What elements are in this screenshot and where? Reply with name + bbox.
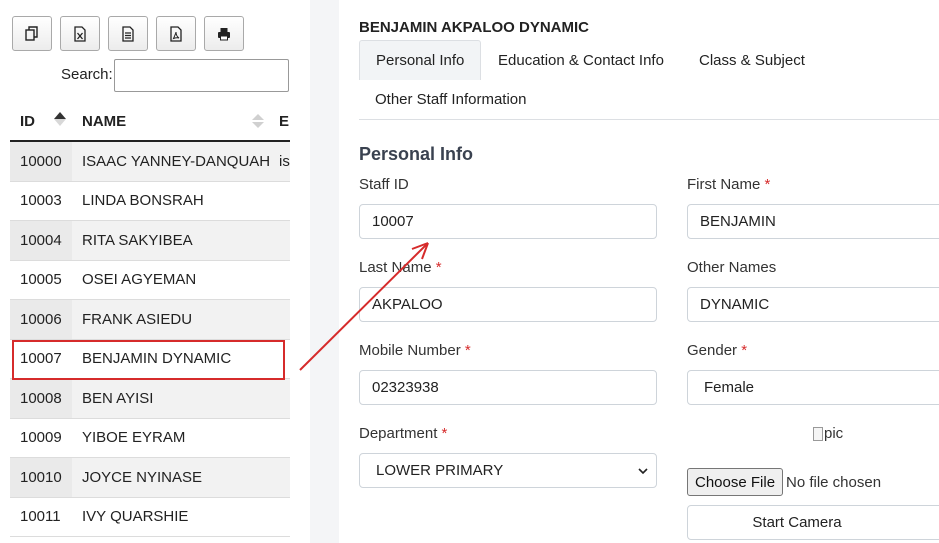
staff-list-panel: Search: ID NAME E 10000 ISAAC YANNEY-DAN… bbox=[0, 0, 310, 543]
tab-personal-info[interactable]: Personal Info bbox=[359, 40, 482, 80]
other-names-label: Other Names bbox=[687, 259, 776, 276]
cell-name: BEN AYISI bbox=[82, 389, 154, 407]
cell-id: 10000 bbox=[10, 142, 72, 181]
table-row[interactable]: 10006 FRANK ASIEDU bbox=[10, 300, 290, 340]
tab-class-subject[interactable]: Class & Subject bbox=[683, 40, 821, 80]
chevron-down-icon bbox=[638, 468, 648, 475]
print-icon bbox=[218, 27, 230, 40]
table-row[interactable]: 10005 OSEI AGYEMAN bbox=[10, 261, 290, 300]
first-name-label-text: First Name bbox=[687, 176, 761, 193]
table-header: ID NAME E bbox=[10, 100, 290, 142]
required-mark: * bbox=[764, 176, 771, 193]
cell-name: LINDA BONSRAH bbox=[82, 192, 204, 210]
last-name-label-text: Last Name bbox=[359, 259, 432, 276]
department-label: Department * bbox=[359, 425, 447, 442]
department-value: LOWER PRIMARY bbox=[376, 462, 504, 479]
copy-button[interactable] bbox=[12, 16, 52, 51]
cell-extra: is bbox=[279, 153, 290, 170]
cell-id: 10005 bbox=[20, 271, 62, 289]
last-name-field[interactable]: AKPALOO bbox=[359, 287, 657, 322]
start-camera-button[interactable]: Start Camera bbox=[687, 505, 939, 540]
cell-id: 10003 bbox=[20, 192, 62, 210]
csv-button[interactable] bbox=[108, 16, 148, 51]
staff-id-label-text: Staff ID bbox=[359, 176, 409, 193]
cell-name: YIBOE EYRAM bbox=[82, 429, 186, 447]
pdf-button[interactable] bbox=[156, 16, 196, 51]
staff-id-field[interactable]: 10007 bbox=[359, 204, 657, 239]
cell-name: OSEI AGYEMAN bbox=[82, 271, 197, 289]
department-select[interactable]: LOWER PRIMARY bbox=[359, 453, 657, 488]
first-name-field[interactable]: BENJAMIN bbox=[687, 204, 939, 239]
search-label: Search: bbox=[61, 66, 113, 83]
file-status: No file chosen bbox=[786, 474, 882, 491]
choose-file-button[interactable]: Choose File bbox=[687, 468, 784, 496]
required-mark: * bbox=[741, 342, 748, 359]
table-row[interactable]: 10008 BEN AYISI bbox=[10, 379, 290, 419]
table-row[interactable]: 10003 LINDA BONSRAH bbox=[10, 182, 290, 221]
staff-photo: pic bbox=[813, 425, 843, 442]
search-input[interactable] bbox=[114, 59, 289, 92]
cell-id: 10009 bbox=[20, 429, 62, 447]
mobile-label: Mobile Number * bbox=[359, 342, 471, 359]
sort-both-icon[interactable] bbox=[250, 112, 266, 130]
cell-name: IVY QUARSHIE bbox=[82, 508, 189, 526]
table-row[interactable]: 10004 RITA SAKYIBEA bbox=[10, 221, 290, 261]
first-name-label: First Name * bbox=[687, 176, 770, 193]
print-button[interactable] bbox=[204, 16, 244, 51]
other-names-label-text: Other Names bbox=[687, 259, 777, 276]
selected-row-highlight bbox=[12, 340, 285, 380]
column-header-id[interactable]: ID bbox=[20, 113, 35, 130]
cell-name: JOYCE NYINASE bbox=[82, 468, 203, 486]
table-row[interactable]: 10009 YIBOE EYRAM bbox=[10, 419, 290, 458]
cell-name: ISAAC YANNEY-DANQUAH bbox=[82, 152, 271, 170]
mobile-label-text: Mobile Number bbox=[359, 342, 461, 359]
cell-id: 10010 bbox=[10, 458, 72, 497]
export-toolbar bbox=[12, 16, 244, 51]
required-mark: * bbox=[441, 425, 448, 442]
other-names-field[interactable]: DYNAMIC bbox=[687, 287, 939, 322]
column-header-extra[interactable]: E bbox=[279, 113, 289, 130]
staff-id-label: Staff ID bbox=[359, 176, 409, 193]
table-row[interactable]: 10010 JOYCE NYINASE bbox=[10, 458, 290, 498]
required-mark: * bbox=[464, 342, 471, 359]
cell-id: 10006 bbox=[10, 300, 72, 339]
staff-photo-alt: pic bbox=[824, 425, 844, 442]
tab-other-staff-info[interactable]: Other Staff Information bbox=[359, 79, 542, 119]
pdf-icon bbox=[170, 25, 182, 42]
cell-id: 10011 bbox=[20, 508, 61, 526]
department-label-text: Department bbox=[359, 425, 438, 442]
tab-education-contact[interactable]: Education & Contact Info bbox=[482, 40, 680, 80]
staff-detail-panel: BENJAMIN AKPALOO DYNAMIC Personal Info E… bbox=[339, 0, 939, 543]
table-row[interactable]: 10011 IVY QUARSHIE bbox=[10, 498, 290, 537]
section-title: Personal Info bbox=[359, 144, 474, 164]
cell-id: 10004 bbox=[10, 221, 72, 260]
table-row[interactable]: 10000 ISAAC YANNEY-DANQUAH is bbox=[10, 142, 290, 182]
csv-icon bbox=[122, 25, 134, 42]
gender-label: Gender * bbox=[687, 342, 747, 359]
required-mark: * bbox=[435, 259, 442, 276]
broken-image-icon bbox=[813, 426, 823, 441]
cell-name: FRANK ASIEDU bbox=[82, 310, 193, 328]
staff-table: ID NAME E 10000 ISAAC YANNEY-DANQUAH is … bbox=[10, 100, 290, 537]
gender-label-text: Gender bbox=[687, 342, 738, 359]
excel-button[interactable] bbox=[60, 16, 100, 51]
cell-name: RITA SAKYIBEA bbox=[82, 231, 193, 249]
staff-full-name: BENJAMIN AKPALOO DYNAMIC bbox=[359, 19, 590, 36]
tabs-divider bbox=[359, 119, 939, 120]
last-name-label: Last Name * bbox=[359, 259, 442, 276]
sort-ascending-icon[interactable] bbox=[52, 110, 68, 128]
cell-id: 10008 bbox=[10, 379, 72, 418]
column-header-name[interactable]: NAME bbox=[82, 113, 126, 130]
mobile-number-field[interactable]: 02323938 bbox=[359, 370, 657, 405]
excel-icon bbox=[74, 25, 86, 42]
gender-select[interactable]: Female bbox=[687, 370, 939, 405]
copy-icon bbox=[25, 25, 38, 41]
